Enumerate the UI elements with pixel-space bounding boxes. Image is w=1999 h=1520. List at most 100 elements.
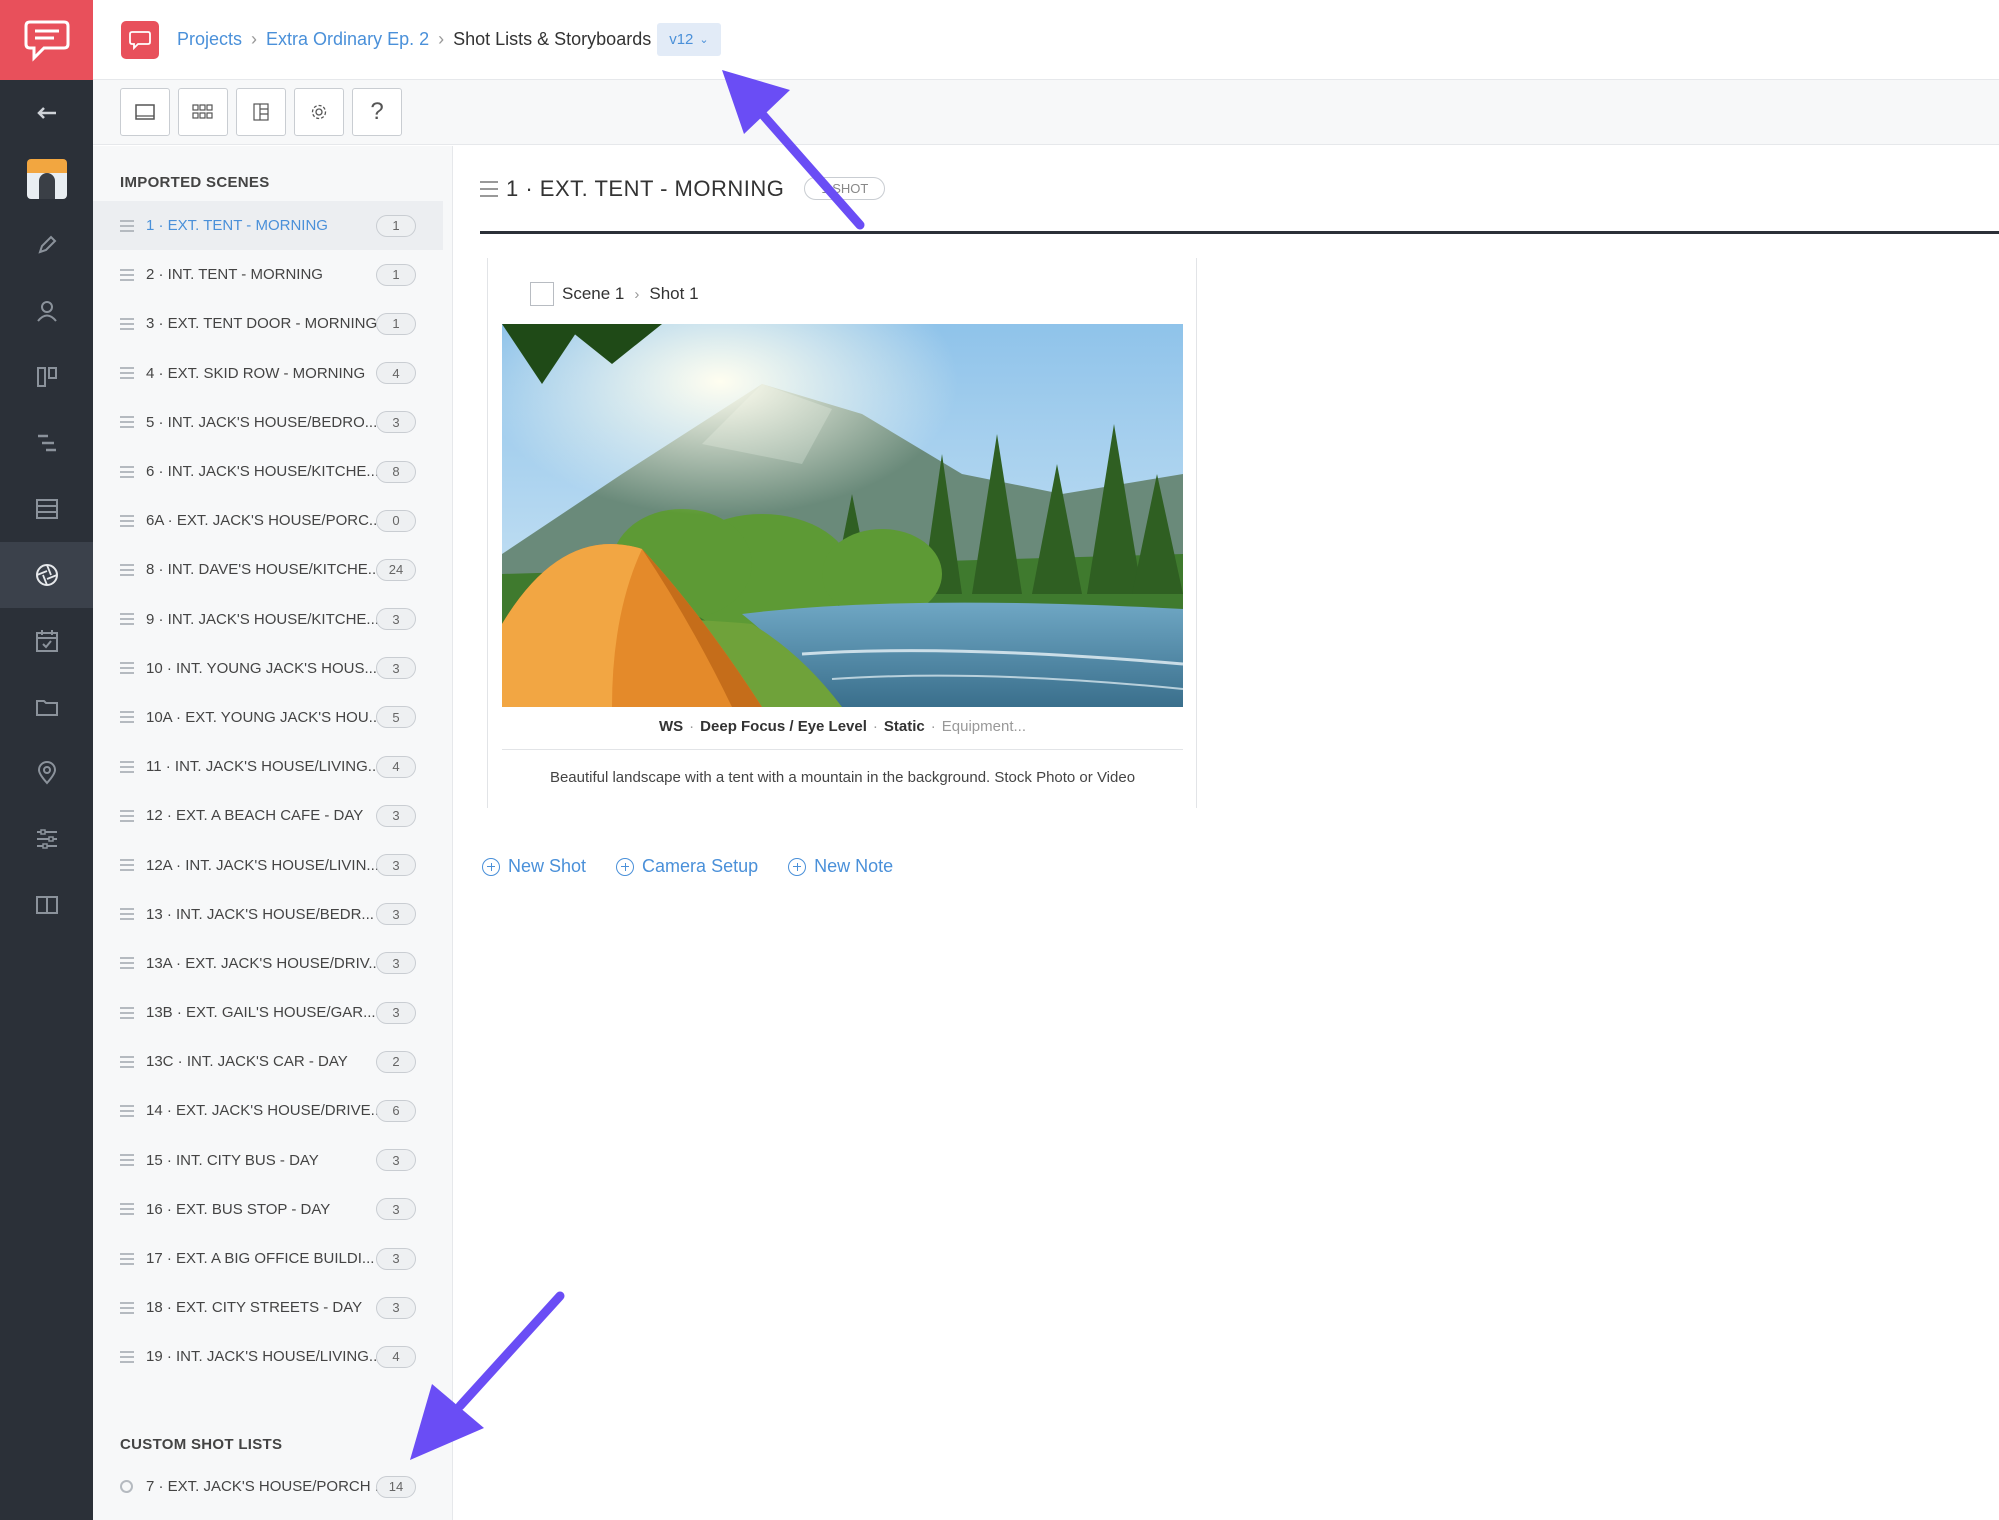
scene-strip-icon bbox=[120, 563, 134, 576]
scene-strip-icon bbox=[120, 711, 134, 724]
main-content: 1 · EXT. TENT - MORNING 1 SHOT Scene 1 ›… bbox=[480, 146, 1999, 876]
scene-strip-icon bbox=[120, 1154, 134, 1167]
scene-sidebar: IMPORTED SCENES 1 · EXT. TENT - MORNING 1… bbox=[93, 146, 453, 1520]
shot-select-checkbox[interactable] bbox=[530, 282, 554, 306]
grid-view-button[interactable] bbox=[178, 88, 228, 136]
new-note-button[interactable]: New Note bbox=[788, 856, 893, 877]
shot-count-badge: 3 bbox=[376, 903, 416, 926]
folder-icon[interactable] bbox=[0, 674, 93, 740]
scene-strip-icon bbox=[120, 219, 134, 232]
shot-count-badge: 3 bbox=[376, 1296, 416, 1319]
scene-list-item[interactable]: 17 · EXT. A BIG OFFICE BUILDI... 3 bbox=[93, 1234, 443, 1283]
scene-list-item[interactable]: 13A · EXT. JACK'S HOUSE/DRIV... 3 bbox=[93, 939, 443, 988]
gantt-icon[interactable] bbox=[0, 410, 93, 476]
help-button[interactable]: ? bbox=[352, 88, 402, 136]
project-thumbnail[interactable] bbox=[0, 146, 93, 212]
scene-list-item[interactable]: 13C · INT. JACK'S CAR - DAY 2 bbox=[93, 1037, 443, 1086]
chevron-right-icon: › bbox=[634, 285, 640, 303]
storyboard-image[interactable] bbox=[502, 324, 1183, 707]
scene-strip-icon bbox=[120, 809, 134, 822]
scene-strip-icon bbox=[120, 957, 134, 970]
settings-button[interactable] bbox=[294, 88, 344, 136]
scene-list-item[interactable]: 4 · EXT. SKID ROW - MORNING 4 bbox=[93, 349, 443, 398]
scene-strip-icon bbox=[480, 180, 498, 197]
scene-list-item[interactable]: 11 · INT. JACK'S HOUSE/LIVING... 4 bbox=[93, 742, 443, 791]
people-icon[interactable] bbox=[0, 278, 93, 344]
chat-badge-icon[interactable] bbox=[121, 20, 159, 59]
shot-specs[interactable]: WS · Deep Focus / Eye Level · Static · Equipme… bbox=[502, 718, 1183, 750]
plus-circle-icon bbox=[616, 857, 635, 876]
scene-strip-icon bbox=[120, 465, 134, 478]
scene-strip-icon bbox=[120, 1055, 134, 1068]
scene-list-item[interactable]: 8 · INT. DAVE'S HOUSE/KITCHE... 24 bbox=[93, 545, 443, 594]
scene-list-item[interactable]: 12A · INT. JACK'S HOUSE/LIVIN... 3 bbox=[93, 840, 443, 889]
scene-list-item[interactable]: 10A · EXT. YOUNG JACK'S HOU... 5 bbox=[93, 693, 443, 742]
custom-shot-lists-heading: CUSTOM SHOT LISTS bbox=[120, 1436, 283, 1453]
shot-count-badge: 3 bbox=[376, 1247, 416, 1270]
camera-setup-button[interactable]: Camera Setup bbox=[616, 856, 758, 877]
calendar-icon[interactable] bbox=[0, 608, 93, 674]
list-view-button[interactable] bbox=[120, 88, 170, 136]
scene-list-item[interactable]: 2 · INT. TENT - MORNING 1 bbox=[93, 250, 443, 299]
shot-count-badge: 3 bbox=[376, 1149, 416, 1172]
shot-movement: Static bbox=[883, 718, 925, 735]
gear-icon bbox=[120, 1480, 133, 1494]
scene-list-item[interactable]: 15 · INT. CITY BUS - DAY 3 bbox=[93, 1136, 443, 1185]
shot-count-badge: 1 bbox=[376, 214, 416, 237]
scene-list-item[interactable]: 9 · INT. JACK'S HOUSE/KITCHE... 3 bbox=[93, 595, 443, 644]
scene-list-item[interactable]: 16 · EXT. BUS STOP - DAY 3 bbox=[93, 1185, 443, 1234]
scene-list-item[interactable]: 1 · EXT. TENT - MORNING 1 bbox=[93, 201, 443, 251]
scene-strip-icon bbox=[120, 1252, 134, 1265]
scene-list-item[interactable]: 6A · EXT. JACK'S HOUSE/PORC... 0 bbox=[93, 496, 443, 545]
board-icon[interactable] bbox=[0, 344, 93, 410]
top-bar: Projects › Extra Ordinary Ep. 2 › Shot L… bbox=[93, 0, 1999, 80]
scene-list-item[interactable]: 10 · INT. YOUNG JACK'S HOUS... 3 bbox=[93, 644, 443, 693]
shot-count-badge: 3 bbox=[376, 411, 416, 434]
stripboard-icon[interactable] bbox=[0, 476, 93, 542]
shot-count-badge: 1 bbox=[376, 312, 416, 335]
location-pin-icon[interactable] bbox=[0, 740, 93, 806]
chevron-right-icon: › bbox=[438, 29, 445, 49]
shot-count-badge: 4 bbox=[376, 1345, 416, 1368]
sliders-icon[interactable] bbox=[0, 806, 93, 872]
scene-strip-icon bbox=[120, 662, 134, 675]
split-view-button[interactable] bbox=[236, 88, 286, 136]
scene-list-item[interactable]: 13 · INT. JACK'S HOUSE/BEDR... 3 bbox=[93, 890, 443, 939]
shot-size: WS bbox=[659, 718, 684, 735]
app-logo[interactable] bbox=[0, 0, 93, 80]
breadcrumb-project[interactable]: Extra Ordinary Ep. 2 bbox=[266, 29, 429, 50]
shot-description[interactable]: Beautiful landscape with a tent with a m… bbox=[502, 769, 1183, 786]
shot-card[interactable]: Scene 1 › Shot 1 WS · Deep Focus / Eye L… bbox=[487, 258, 1197, 808]
new-shot-button[interactable]: New Shot bbox=[482, 856, 586, 877]
question-mark-icon: ? bbox=[370, 98, 384, 125]
scene-strip-icon bbox=[120, 1350, 134, 1363]
shot-count-badge: 24 bbox=[376, 558, 416, 581]
scene-list-item[interactable]: 3 · EXT. TENT DOOR - MORNING 1 bbox=[93, 299, 443, 348]
aperture-icon[interactable] bbox=[0, 542, 93, 608]
pencil-icon[interactable] bbox=[0, 212, 93, 278]
version-dropdown[interactable]: v12 ⌄ bbox=[657, 23, 721, 56]
scene-list-item[interactable]: 19 · INT. JACK'S HOUSE/LIVING... 4 bbox=[93, 1332, 443, 1381]
shot-count-badge: 3 bbox=[376, 854, 416, 877]
scene-list-item[interactable]: 14 · EXT. JACK'S HOUSE/DRIVE... 6 bbox=[93, 1086, 443, 1135]
shot-count-badge: 3 bbox=[376, 804, 416, 827]
scene-list-item[interactable]: 6 · INT. JACK'S HOUSE/KITCHE... 8 bbox=[93, 447, 443, 496]
chevron-down-icon: ⌄ bbox=[699, 34, 709, 46]
scene-list-item[interactable]: 5 · INT. JACK'S HOUSE/BEDRO... 3 bbox=[93, 398, 443, 447]
scene-strip-icon bbox=[120, 1104, 134, 1117]
scene-list-item[interactable]: 12 · EXT. A BEACH CAFE - DAY 3 bbox=[93, 791, 443, 840]
scene-list: 1 · EXT. TENT - MORNING 1 2 · INT. TENT - … bbox=[93, 201, 443, 1382]
scene-strip-icon bbox=[120, 268, 134, 281]
shot-count-badge: 0 bbox=[376, 509, 416, 532]
shot-focus: Deep Focus / Eye Level bbox=[700, 718, 867, 735]
shot-count-badge: 6 bbox=[376, 1099, 416, 1122]
gear-icon bbox=[311, 104, 327, 120]
scene-strip-icon bbox=[120, 859, 134, 872]
scene-list-item[interactable]: 18 · EXT. CITY STREETS - DAY 3 bbox=[93, 1283, 443, 1332]
book-icon[interactable] bbox=[0, 872, 93, 938]
plus-circle-icon bbox=[482, 857, 500, 876]
scene-list-item[interactable]: 13B · EXT. GAIL'S HOUSE/GAR... 3 bbox=[93, 988, 443, 1037]
breadcrumb-projects[interactable]: Projects bbox=[177, 29, 242, 50]
back-arrow-icon[interactable] bbox=[0, 80, 93, 146]
custom-shot-list-item[interactable]: 7 · EXT. JACK'S HOUSE/PORCH ... 14 bbox=[93, 1462, 443, 1511]
